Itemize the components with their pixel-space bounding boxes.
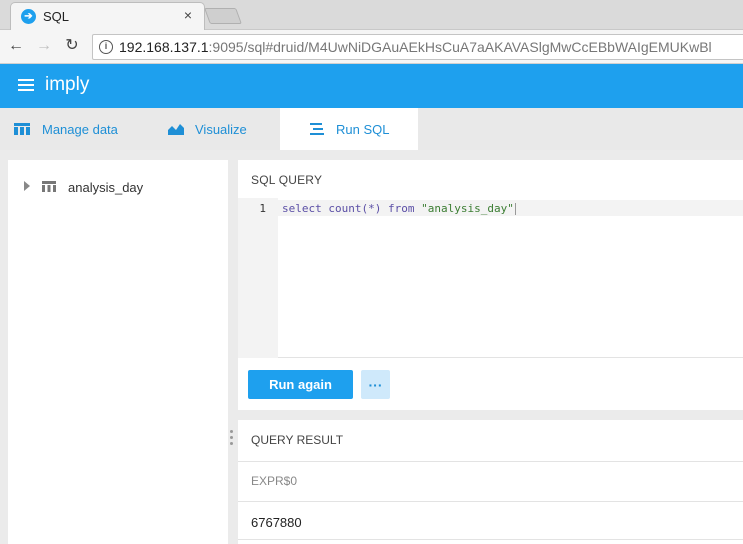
sql-editor[interactable]: 1 select count(*) from "analysis_day" <box>238 198 743 358</box>
tab-title: SQL <box>43 9 70 24</box>
browser-tab[interactable]: ➔ SQL × <box>10 2 205 30</box>
divider <box>238 461 743 462</box>
section-tabs: Manage data Visualize Run SQL <box>0 108 743 150</box>
tab-visualize[interactable]: Visualize <box>150 108 280 150</box>
result-panel: QUERY RESULT EXPR$0 6767880 <box>238 420 743 544</box>
table-icon <box>14 123 30 135</box>
app-header: imply <box>0 64 743 108</box>
tree-item-table[interactable]: analysis_day <box>8 176 228 198</box>
panel-title: QUERY RESULT <box>251 433 344 447</box>
forward-icon[interactable]: → <box>34 36 54 56</box>
browser-tab-strip: ➔ SQL × <box>0 0 743 30</box>
address-bar[interactable]: i 192.168.137.1:9095/sql#druid/M4UwNiDGA… <box>92 34 743 60</box>
keyword-from: from <box>387 202 415 215</box>
browser-toolbar: ← → ↻ i 192.168.137.1:9095/sql#druid/M4U… <box>0 30 743 64</box>
line-gutter: 1 <box>238 198 278 358</box>
tab-manage-data[interactable]: Manage data <box>0 108 150 150</box>
close-tab-icon[interactable]: × <box>184 7 192 23</box>
tab-label: Run SQL <box>336 122 390 137</box>
table-icon <box>42 181 56 192</box>
tab-label: Manage data <box>42 122 118 137</box>
sql-lines-icon <box>310 123 324 135</box>
area-chart-icon <box>168 124 184 135</box>
favicon-icon: ➔ <box>21 9 36 24</box>
run-again-button[interactable]: Run again <box>248 370 353 399</box>
panel-title: SQL QUERY <box>251 173 323 187</box>
tab-run-sql[interactable]: Run SQL <box>280 108 418 150</box>
url-text[interactable]: 192.168.137.1:9095/sql#druid/M4UwNiDGAuA… <box>119 39 712 55</box>
column-header[interactable]: EXPR$0 <box>251 474 297 488</box>
reload-icon[interactable]: ↻ <box>62 36 82 56</box>
tab-label: Visualize <box>195 122 247 137</box>
schema-sidebar: analysis_day <box>8 160 228 544</box>
query-panel: SQL QUERY 1 select count(*) from "analys… <box>238 160 743 410</box>
expand-caret-icon[interactable] <box>24 181 30 191</box>
table-cell: 6767880 <box>251 515 302 530</box>
menu-icon[interactable] <box>18 79 34 93</box>
brand-logo[interactable]: imply <box>45 74 89 96</box>
url-host: 192.168.137.1 <box>119 39 209 55</box>
keyword-select: select <box>282 202 322 215</box>
tree-item-label: analysis_day <box>68 180 144 195</box>
table-string: "analysis_day" <box>421 202 514 215</box>
back-icon[interactable]: ← <box>6 36 26 56</box>
divider <box>238 539 743 540</box>
code-line[interactable]: select count(*) from "analysis_day" <box>282 202 516 215</box>
more-options-button[interactable]: ··· <box>361 370 390 399</box>
text-cursor <box>514 203 516 215</box>
resize-handle[interactable] <box>229 430 235 450</box>
divider <box>238 501 743 502</box>
function-count: count(*) <box>328 202 382 215</box>
info-icon[interactable]: i <box>99 40 113 54</box>
line-number: 1 <box>259 202 266 215</box>
url-path: :9095/sql#druid/M4UwNiDGAuAEkHsCuA7aAKAV… <box>208 39 712 55</box>
new-tab-button[interactable] <box>204 8 242 24</box>
